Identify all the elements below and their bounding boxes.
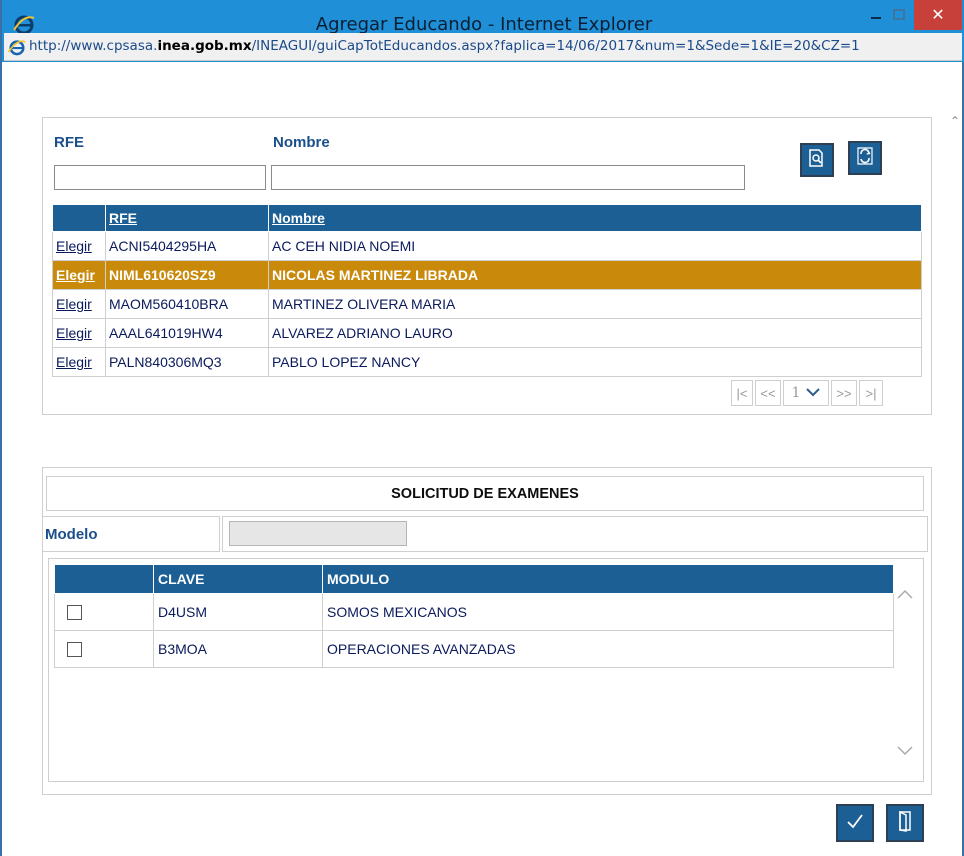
pager-next-button[interactable]: >> — [831, 380, 857, 406]
chevron-down-icon — [806, 385, 821, 401]
modules-table: CLAVE MODULO D4USM SOMOS MEXICANOS B3MOA… — [54, 564, 894, 668]
results-header-row: RFE Nombre — [52, 204, 922, 232]
modelo-label: Modelo — [45, 526, 98, 543]
address-bar[interactable]: http://www.cpsasa.inea.gob.mx/INEAGUI/gu… — [4, 33, 962, 61]
row-nombre: AC CEH NIDIA NOEMI — [268, 231, 922, 261]
pager: |< << 1 >> >| — [729, 380, 883, 408]
table-row: Elegir PALN840306MQ3 PABLO LOPEZ NANCY — [52, 347, 922, 377]
elegir-link[interactable]: Elegir — [52, 260, 106, 290]
nombre-input[interactable] — [271, 165, 745, 190]
modules-scroll-up-icon[interactable] — [897, 586, 913, 602]
elegir-link[interactable]: Elegir — [52, 318, 106, 348]
door-exit-icon — [895, 810, 915, 837]
magnifier-document-icon — [807, 148, 827, 173]
modelo-field — [229, 521, 407, 546]
modules-header-check — [54, 564, 154, 594]
pager-last-button[interactable]: >| — [859, 380, 883, 406]
rfe-label: RFE — [54, 134, 84, 151]
results-header-action — [52, 204, 106, 232]
row-nombre: MARTINEZ OLIVERA MARIA — [268, 289, 922, 319]
page-select[interactable]: 1 — [783, 380, 829, 406]
elegir-link[interactable]: Elegir — [52, 289, 106, 319]
row-modulo: OPERACIONES AVANZADAS — [322, 630, 894, 668]
checkbox-cell — [54, 593, 154, 631]
url-domain: inea.gob.mx — [157, 38, 252, 54]
maximize-button[interactable] — [886, 0, 912, 30]
title-bar: Agregar Educando - Internet Explorer ✕ h… — [2, 0, 964, 62]
row-rfe: NIML610620SZ9 — [105, 260, 269, 290]
row-rfe: MAOM560410BRA — [105, 289, 269, 319]
row-rfe: ACNI5404295HA — [105, 231, 269, 261]
checkbox-cell — [54, 630, 154, 668]
page-scroll-up-icon[interactable]: ⌃ — [947, 114, 963, 130]
modules-header-clave: CLAVE — [153, 564, 323, 594]
table-row: D4USM SOMOS MEXICANOS — [54, 593, 894, 631]
nombre-label: Nombre — [273, 134, 330, 151]
accept-button[interactable] — [836, 804, 874, 842]
window-frame: Agregar Educando - Internet Explorer ✕ h… — [0, 0, 964, 856]
module-checkbox[interactable] — [67, 642, 82, 658]
page-select-value: 1 — [791, 385, 801, 401]
url-prefix: http://www.cpsasa. — [29, 38, 158, 54]
row-rfe: AAAL641019HW4 — [105, 318, 269, 348]
checkmark-icon — [845, 811, 865, 836]
modules-header-modulo: MODULO — [322, 564, 894, 594]
row-nombre: ALVAREZ ADRIANO LAURO — [268, 318, 922, 348]
elegir-link[interactable]: Elegir — [52, 231, 106, 261]
close-button[interactable]: ✕ — [914, 0, 962, 30]
refresh-icon — [855, 146, 875, 171]
page-icon — [7, 37, 27, 57]
exams-title: SOLICITUD DE EXAMENES — [46, 476, 924, 511]
table-row: Elegir AAAL641019HW4 ALVAREZ ADRIANO LAU… — [52, 318, 922, 348]
modules-scroll-down-icon[interactable] — [897, 743, 913, 759]
table-row: Elegir MAOM560410BRA MARTINEZ OLIVERA MA… — [52, 289, 922, 319]
elegir-link[interactable]: Elegir — [52, 347, 106, 377]
exit-button[interactable] — [886, 804, 924, 842]
row-clave: D4USM — [153, 593, 323, 631]
url-path: /INEAGUI/guiCapTotEducandos.aspx?faplica… — [251, 38, 860, 54]
row-nombre: PABLO LOPEZ NANCY — [268, 347, 922, 377]
refresh-button[interactable] — [848, 141, 882, 175]
table-row: Elegir ACNI5404295HA AC CEH NIDIA NOEMI — [52, 231, 922, 261]
window-title: Agregar Educando - Internet Explorer — [315, 14, 653, 35]
results-table: RFE Nombre Elegir ACNI5404295HA AC CEH N… — [52, 204, 922, 377]
modelo-label-cell: Modelo — [42, 516, 220, 552]
results-header-nombre[interactable]: Nombre — [268, 204, 922, 232]
rfe-input[interactable] — [54, 165, 266, 190]
close-icon: ✕ — [931, 7, 945, 24]
table-row-selected: Elegir NIML610620SZ9 NICOLAS MARTINEZ LI… — [52, 260, 922, 290]
results-header-rfe[interactable]: RFE — [105, 204, 269, 232]
search-button[interactable] — [800, 143, 834, 177]
modules-header-row: CLAVE MODULO — [54, 564, 894, 594]
row-clave: B3MOA — [153, 630, 323, 668]
row-modulo: SOMOS MEXICANOS — [322, 593, 894, 631]
row-nombre: NICOLAS MARTINEZ LIBRADA — [268, 260, 922, 290]
table-row: B3MOA OPERACIONES AVANZADAS — [54, 630, 894, 668]
module-checkbox[interactable] — [67, 605, 82, 621]
row-rfe: PALN840306MQ3 — [105, 347, 269, 377]
pager-first-button[interactable]: |< — [731, 380, 753, 406]
url-text: http://www.cpsasa.inea.gob.mx/INEAGUI/gu… — [29, 38, 860, 54]
pager-prev-button[interactable]: << — [755, 380, 781, 406]
